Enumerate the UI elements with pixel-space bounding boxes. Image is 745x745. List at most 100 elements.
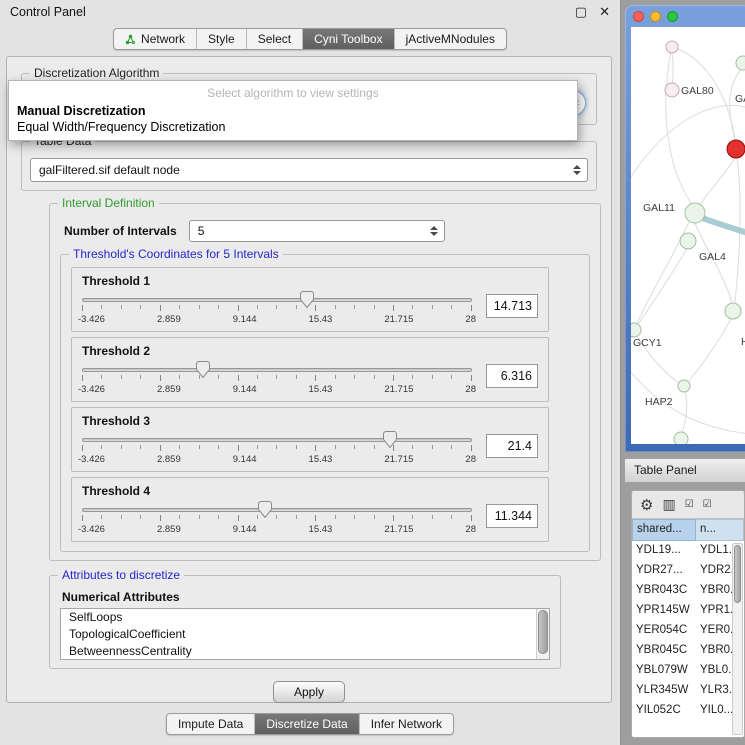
scrollbar-thumb[interactable] <box>538 610 548 654</box>
tick-mark <box>276 445 277 449</box>
scale-tick-label: 21.715 <box>384 384 413 395</box>
tick-mark <box>140 305 141 309</box>
close-window-button[interactable] <box>633 11 644 22</box>
slider-track[interactable] <box>82 368 472 372</box>
network-node[interactable] <box>727 140 745 158</box>
table-row[interactable]: YDR27...YDR2... <box>632 561 744 581</box>
tick-mark <box>315 515 316 521</box>
algorithm-option[interactable]: Equal Width/Frequency Discretization <box>9 119 577 135</box>
tick-mark <box>374 445 375 449</box>
number-of-intervals-select[interactable]: 5 <box>189 220 445 242</box>
attribute-list-item[interactable]: TopologicalCoefficient <box>61 626 549 643</box>
tick-mark <box>354 515 355 519</box>
slider-track[interactable] <box>82 438 472 442</box>
checkbox-icon[interactable]: ☑ <box>685 499 694 510</box>
dropdown-options: Manual DiscretizationEqual Width/Frequen… <box>9 103 577 135</box>
threshold-row: -3.4262.8599.14415.4321.71528 11.344 <box>82 501 538 537</box>
tab-impute-data[interactable]: Impute Data <box>167 714 254 734</box>
tick-mark <box>471 515 472 521</box>
tick-mark <box>315 375 316 381</box>
tick-mark <box>296 445 297 449</box>
numerical-attributes-list[interactable]: SelfLoopsTopologicalCoefficientBetweenne… <box>60 608 550 660</box>
close-icon[interactable]: ✕ <box>599 5 610 20</box>
algorithm-option[interactable]: Manual Discretization <box>9 103 577 119</box>
gear-icon[interactable]: ⚙ <box>640 496 653 514</box>
table-row[interactable]: YDL19...YDL1... <box>632 541 744 561</box>
slider-track[interactable] <box>82 508 472 512</box>
threshold-slider[interactable]: -3.4262.8599.14415.4321.71528 <box>82 361 472 397</box>
table-row[interactable]: YIL052CYIL0... <box>632 701 744 721</box>
threshold-panel: Threshold 4-3.4262.8599.14415.4321.71528… <box>71 477 549 542</box>
table-row[interactable]: YER054CYER0... <box>632 621 744 641</box>
table-data-select[interactable]: galFiltered.sif default node <box>30 158 588 182</box>
number-of-intervals-value: 5 <box>198 224 205 238</box>
threshold-slider[interactable]: -3.4262.8599.14415.4321.71528 <box>82 291 472 327</box>
threshold-value-field[interactable]: 21.4 <box>486 434 538 458</box>
network-node[interactable] <box>678 380 690 392</box>
tick-mark <box>451 305 452 309</box>
slider-thumb[interactable] <box>196 361 210 378</box>
network-view-window: GAL80GAGAL11GAL4GCY1HHAP2 <box>625 5 745 452</box>
scale-tick-label: 9.144 <box>233 524 257 535</box>
apply-button[interactable]: Apply <box>273 681 345 703</box>
slider-track[interactable] <box>82 298 472 302</box>
attribute-list-item[interactable]: BetweennessCentrality <box>61 643 549 660</box>
threshold-value-field[interactable]: 11.344 <box>486 504 538 528</box>
network-node[interactable] <box>631 323 641 337</box>
column-header[interactable]: shared... <box>632 519 696 541</box>
network-canvas[interactable]: GAL80GAGAL11GAL4GCY1HHAP2 <box>631 27 745 444</box>
threshold-label: Threshold 3 <box>82 414 538 428</box>
cell-shared-name: YBR043C <box>632 581 696 601</box>
checkbox-icon[interactable]: ☑ <box>703 499 712 510</box>
network-node[interactable] <box>725 303 741 319</box>
threshold-slider[interactable]: -3.4262.8599.14415.4321.71528 <box>82 431 472 467</box>
table-row[interactable]: YBR045CYBR0... <box>632 641 744 661</box>
columns-icon[interactable]: ▥ <box>662 497 675 513</box>
slider-scale: -3.4262.8599.14415.4321.71528 <box>78 454 476 465</box>
tick-mark <box>160 515 161 521</box>
cell-shared-name: YDR27... <box>632 561 696 581</box>
slider-thumb[interactable] <box>258 501 272 518</box>
tab-select[interactable]: Select <box>246 29 302 49</box>
tick-mark <box>199 445 200 449</box>
threshold-value-field[interactable]: 6.316 <box>486 364 538 388</box>
column-header[interactable]: n... <box>696 519 744 541</box>
table-row[interactable]: YLR345WYLR3... <box>632 681 744 701</box>
network-node[interactable] <box>666 41 678 53</box>
scale-tick-label: 2.859 <box>157 454 181 465</box>
network-node[interactable] <box>685 203 705 223</box>
threshold-slider[interactable]: -3.4262.8599.14415.4321.71528 <box>82 501 472 537</box>
tab-discretize-data[interactable]: Discretize Data <box>254 714 358 734</box>
zoom-window-button[interactable] <box>667 11 678 22</box>
network-node[interactable] <box>674 432 688 444</box>
tick-mark <box>121 515 122 519</box>
table-row[interactable]: YPR145WYPR1... <box>632 601 744 621</box>
tab-cyni-toolbox[interactable]: Cyni Toolbox <box>302 29 393 49</box>
scale-tick-label: 2.859 <box>157 314 181 325</box>
network-node[interactable] <box>665 83 679 97</box>
control-panel: Control Panel ▢ ✕ NetworkStyleSelectCyni… <box>0 0 621 745</box>
table-row[interactable]: YBL079WYBL0... <box>632 661 744 681</box>
minimize-window-button[interactable] <box>650 11 661 22</box>
network-node[interactable] <box>680 233 696 249</box>
threshold-value-field[interactable]: 14.713 <box>486 294 538 318</box>
network-edge <box>697 216 745 234</box>
network-node[interactable] <box>736 56 745 70</box>
tab-label: jActiveMNodules <box>406 32 495 46</box>
tab-network[interactable]: Network <box>114 29 196 49</box>
slider-thumb[interactable] <box>300 291 314 308</box>
tab-style[interactable]: Style <box>196 29 246 49</box>
slider-thumb[interactable] <box>383 431 397 448</box>
tab-jactivemnodules[interactable]: jActiveMNodules <box>394 29 506 49</box>
table-scrollbar[interactable] <box>732 543 743 735</box>
tick-mark <box>179 305 180 309</box>
slider-scale: -3.4262.8599.14415.4321.71528 <box>78 314 476 325</box>
list-scrollbar[interactable] <box>536 609 549 659</box>
tab-infer-network[interactable]: Infer Network <box>359 714 453 734</box>
attribute-list-item[interactable]: SelfLoops <box>61 609 549 626</box>
scale-tick-label: 28 <box>465 524 476 535</box>
table-row[interactable]: YBR043CYBR0... <box>632 581 744 601</box>
float-window-icon[interactable]: ▢ <box>575 5 587 20</box>
scrollbar-thumb[interactable] <box>734 545 741 603</box>
table-toolbar: ⚙ ▥ ☑ ☑ <box>632 491 744 519</box>
